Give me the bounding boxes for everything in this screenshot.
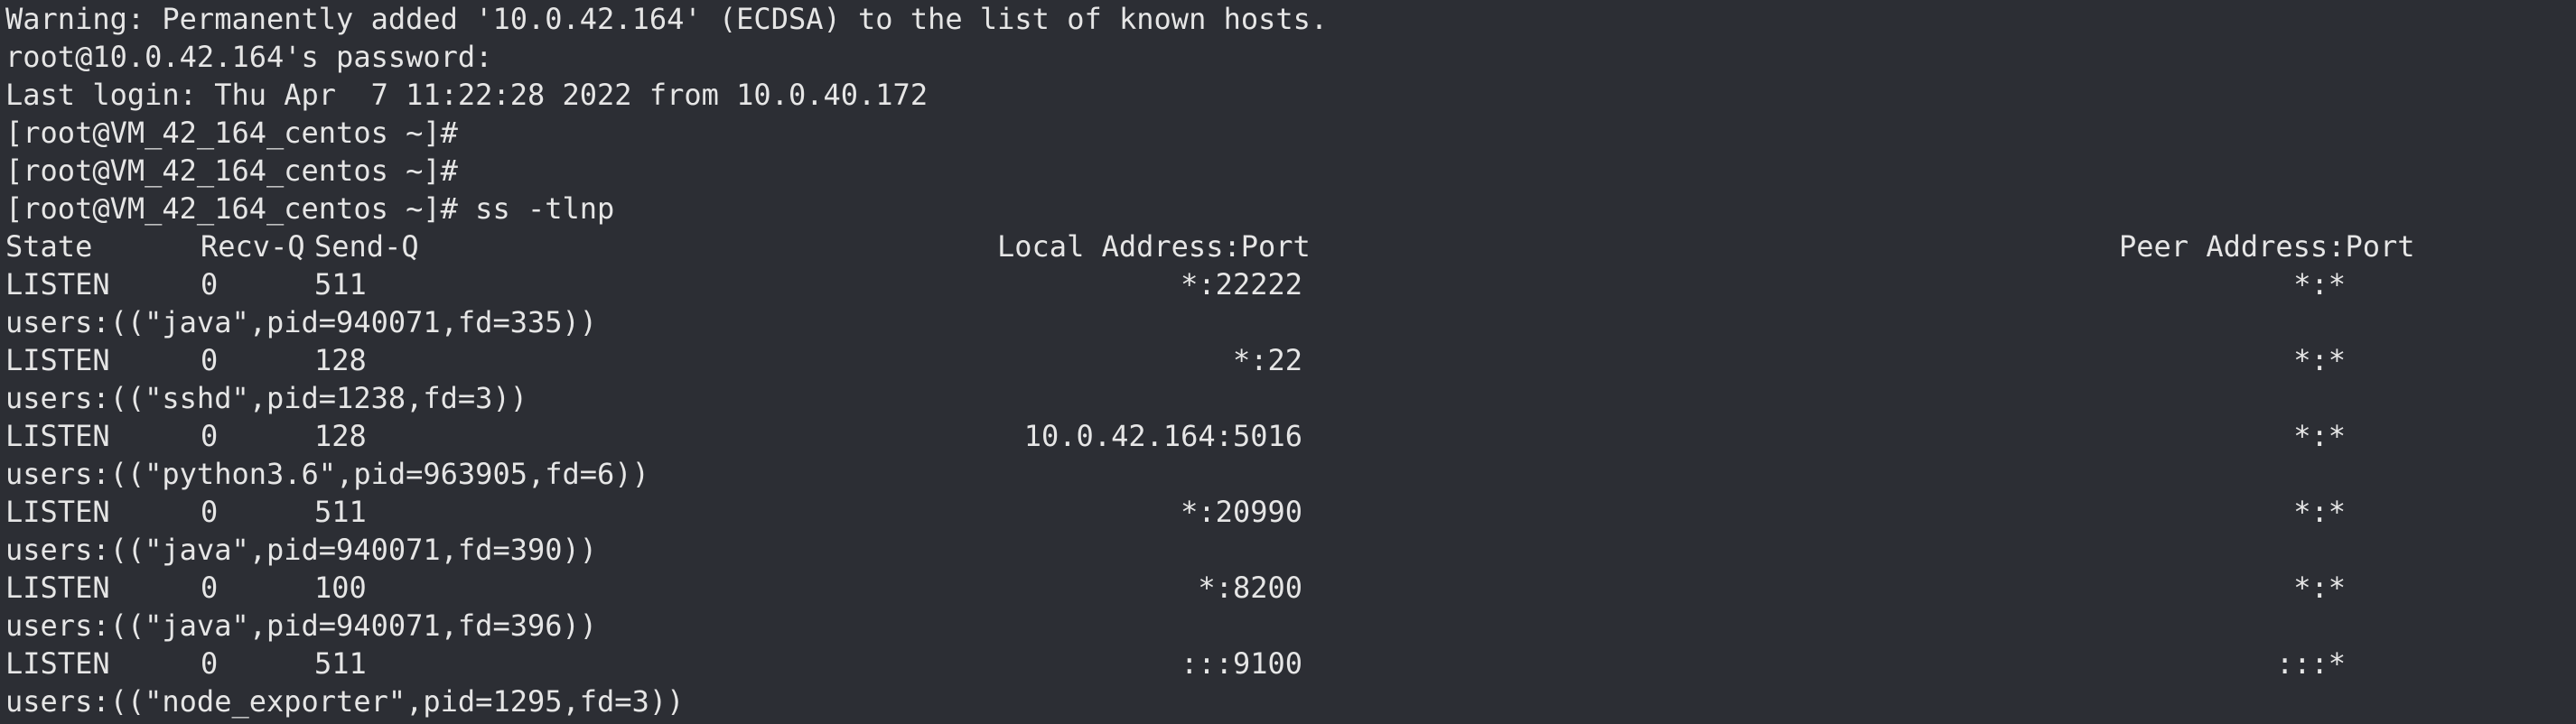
- command-line: [root@VM_42_164_centos ~]# ss -tlnp: [5, 190, 2576, 227]
- terminal-window[interactable]: Warning: Permanently added '10.0.42.164'…: [0, 0, 2576, 724]
- row-recv-q: 0: [201, 343, 219, 377]
- row-send-q: 128: [314, 419, 367, 453]
- row-peer-address: *:*: [2293, 419, 2346, 453]
- shell-prompt: [root@VM_42_164_centos ~]#: [5, 116, 458, 150]
- row-users: users:(("java",pid=940071,fd=396)): [5, 608, 598, 643]
- shell-prompt: [root@VM_42_164_centos ~]#: [5, 191, 458, 226]
- row-users: users:(("node_exporter",pid=1295,fd=3)): [5, 684, 685, 719]
- shell-prompt-line: [root@VM_42_164_centos ~]#: [5, 152, 2576, 190]
- row-users: users:(("python3.6",pid=963905,fd=6)): [5, 457, 649, 491]
- ssh-warning-line: Warning: Permanently added '10.0.42.164'…: [5, 2, 1329, 36]
- row-recv-q: 0: [201, 495, 219, 529]
- row-state: LISTEN: [5, 495, 110, 529]
- row-recv-q: 0: [201, 646, 219, 681]
- row-send-q: 511: [314, 495, 367, 529]
- shell-prompt: [root@VM_42_164_centos ~]#: [5, 153, 458, 188]
- header-state: State: [5, 229, 93, 264]
- row-local-address: *:22222: [1181, 267, 1302, 302]
- row-send-q: 511: [314, 646, 367, 681]
- header-recv-q: Recv-Q: [201, 229, 305, 264]
- row-peer-address: *:*: [2293, 495, 2346, 529]
- row-local-address: :::9100: [1181, 646, 1302, 681]
- row-send-q: 128: [314, 343, 367, 377]
- command-text: ss -tlnp: [475, 191, 615, 226]
- row-state: LISTEN: [5, 571, 110, 605]
- last-login-line: Last login: Thu Apr 7 11:22:28 2022 from…: [5, 78, 929, 112]
- row-peer-address: *:*: [2293, 571, 2346, 605]
- table-row: LISTEN 0 100 *:8200 *:*: [5, 569, 2576, 607]
- header-peer-address: Peer Address:Port: [2119, 229, 2415, 264]
- row-state: LISTEN: [5, 343, 110, 377]
- table-row: LISTEN 0 128 10.0.42.164:5016 *:*: [5, 417, 2576, 455]
- row-recv-q: 0: [201, 571, 219, 605]
- row-peer-address: *:*: [2293, 343, 2346, 377]
- row-state: LISTEN: [5, 267, 110, 302]
- row-users: users:(("sshd",pid=1238,fd=3)): [5, 381, 527, 415]
- row-recv-q: 0: [201, 419, 219, 453]
- shell-prompt-line: [root@VM_42_164_centos ~]#: [5, 114, 2576, 152]
- row-local-address: *:8200: [1198, 571, 1302, 605]
- table-row: LISTEN 0 511 :::9100 :::*: [5, 645, 2576, 682]
- header-send-q: Send-Q: [314, 229, 419, 264]
- row-local-address: 10.0.42.164:5016: [1023, 419, 1302, 453]
- table-header: State Recv-Q Send-Q Local Address:Port P…: [5, 227, 2576, 265]
- table-row: LISTEN 0 128 *:22 *:*: [5, 341, 2576, 379]
- row-local-address: *:20990: [1181, 495, 1302, 529]
- row-recv-q: 0: [201, 267, 219, 302]
- table-row: LISTEN 0 511 *:20990 *:*: [5, 493, 2576, 531]
- row-send-q: 511: [314, 267, 367, 302]
- row-state: LISTEN: [5, 419, 110, 453]
- header-local-address: Local Address:Port: [997, 229, 1311, 264]
- row-users: users:(("java",pid=940071,fd=390)): [5, 533, 598, 567]
- password-prompt-line: root@10.0.42.164's password:: [5, 40, 493, 74]
- row-send-q: 100: [314, 571, 367, 605]
- row-local-address: *:22: [1232, 343, 1302, 377]
- row-peer-address: :::*: [2275, 646, 2346, 681]
- row-state: LISTEN: [5, 646, 110, 681]
- row-users: users:(("java",pid=940071,fd=335)): [5, 305, 598, 339]
- row-peer-address: *:*: [2293, 267, 2346, 302]
- table-row: LISTEN 0 511 *:22222 *:*: [5, 265, 2576, 303]
